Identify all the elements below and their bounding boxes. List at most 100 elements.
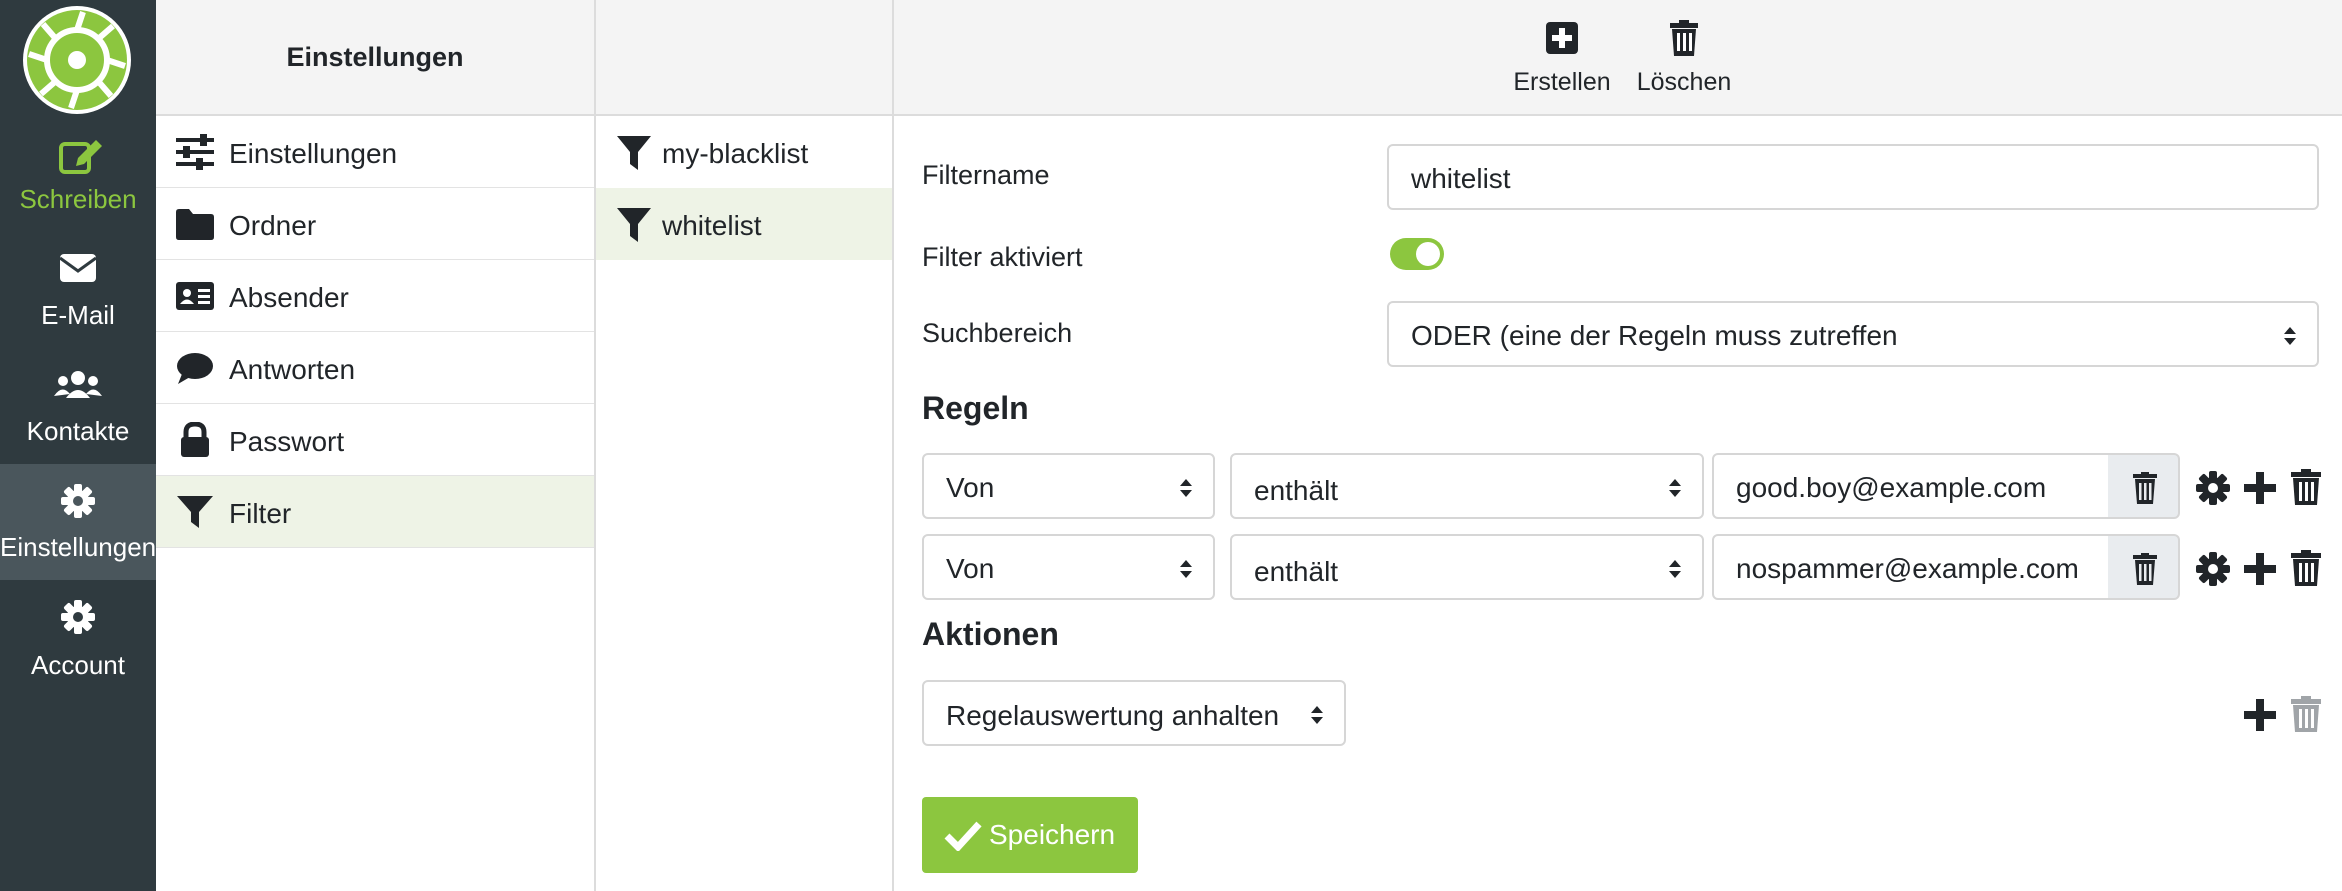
actions-heading: Aktionen <box>922 616 1059 652</box>
settings-item-password[interactable]: Passwort <box>156 404 594 476</box>
folder-icon <box>176 209 214 240</box>
settings-item-label: Passwort <box>229 426 345 457</box>
nav-label: Account <box>31 650 125 680</box>
rule-value: nospammer@example.com <box>1736 553 2079 584</box>
toolbar: Erstellen Löschen <box>894 0 2342 116</box>
rule-header-select[interactable]: Von <box>922 534 1215 600</box>
gear-icon <box>61 484 95 518</box>
filter-list: my-blacklist whitelist <box>596 0 894 891</box>
settings-item-folders[interactable]: Ordner <box>156 188 594 260</box>
delete-button[interactable]: Löschen <box>1630 18 1738 102</box>
search-scope-value: ODER (eine der Regeln muss zutreffen <box>1411 320 1898 351</box>
nav-label: Schreiben <box>19 184 137 214</box>
create-label: Erstellen <box>1513 68 1611 96</box>
settings-item-label: Filter <box>229 498 292 529</box>
trash-icon <box>1670 20 1698 56</box>
rule-clear-button[interactable] <box>2108 453 2180 519</box>
filter-icon <box>617 136 651 170</box>
rules-heading: Regeln <box>922 390 1029 426</box>
nav-item-email[interactable]: E-Mail <box>0 244 156 358</box>
filter-enabled-label: Filter aktiviert <box>922 242 1083 272</box>
select-caret-icon <box>1669 560 1681 578</box>
select-caret-icon <box>2284 327 2296 345</box>
filter-item-label: whitelist <box>662 210 762 241</box>
rule-delete-icon[interactable] <box>2289 550 2323 586</box>
nav-label: Kontakte <box>26 416 130 446</box>
select-caret-icon <box>1180 479 1192 497</box>
action-add-icon[interactable] <box>2243 697 2277 733</box>
select-caret-icon <box>1669 479 1681 497</box>
nav-item-compose[interactable]: Schreiben <box>0 130 156 244</box>
settings-item-label: Antworten <box>229 354 356 385</box>
rule-header-value: Von <box>946 472 995 503</box>
filter-name-value: whitelist <box>1411 163 1511 194</box>
users-icon <box>54 371 102 398</box>
delete-label: Löschen <box>1636 68 1732 96</box>
rule-operator-select[interactable]: enthält <box>1230 453 1704 519</box>
create-button[interactable]: Erstellen <box>1504 18 1620 102</box>
filter-list-header <box>596 0 892 116</box>
nav-item-account[interactable]: Account <box>0 582 156 696</box>
select-caret-icon <box>1180 560 1192 578</box>
rule-value: good.boy@example.com <box>1736 472 2047 503</box>
rule-add-icon[interactable] <box>2243 551 2277 587</box>
nav-label: E-Mail <box>41 300 115 330</box>
sliders-icon <box>176 134 214 170</box>
nav-label: Einstellungen <box>0 532 157 562</box>
settings-title: Einstellungen <box>286 42 464 72</box>
trash-icon <box>2133 553 2157 585</box>
plus-square-icon <box>1546 22 1578 54</box>
rule-value-input[interactable]: good.boy@example.com <box>1712 453 2110 519</box>
id-card-icon <box>176 282 214 310</box>
lock-icon <box>181 422 209 457</box>
main-navigation: Schreiben E-Mail Kontakte Einstellungen … <box>0 0 156 891</box>
action-select[interactable]: Regelauswertung anhalten <box>922 680 1346 746</box>
rule-header-select[interactable]: Von <box>922 453 1215 519</box>
rule-delete-icon[interactable] <box>2289 469 2323 505</box>
rule-settings-icon[interactable] <box>2196 470 2230 506</box>
pencil-square-icon <box>59 140 102 174</box>
rule-clear-button[interactable] <box>2108 534 2180 600</box>
search-scope-select[interactable]: ODER (eine der Regeln muss zutreffen <box>1387 301 2319 367</box>
settings-item-label: Ordner <box>229 210 317 241</box>
settings-item-label: Absender <box>229 282 349 313</box>
nav-item-settings[interactable]: Einstellungen <box>0 464 156 580</box>
rule-add-icon[interactable] <box>2243 470 2277 506</box>
filter-enabled-toggle[interactable] <box>1390 238 1444 270</box>
rule-operator-select[interactable]: enthält <box>1230 534 1704 600</box>
rule-operator-value: enthält <box>1254 556 1339 587</box>
filter-item-label: my-blacklist <box>662 138 809 169</box>
checkmark-icon <box>944 821 982 851</box>
settings-item-label: Einstellungen <box>229 138 398 169</box>
action-delete-icon <box>2291 696 2321 732</box>
gear-icon <box>61 600 95 634</box>
filter-name-input[interactable]: whitelist <box>1387 144 2319 210</box>
action-value: Regelauswertung anhalten <box>946 700 1280 731</box>
filter-icon <box>177 496 213 528</box>
select-caret-icon <box>1311 706 1323 724</box>
filter-icon <box>617 208 651 242</box>
rule-value-input[interactable]: nospammer@example.com <box>1712 534 2110 600</box>
save-button[interactable]: Speichern <box>922 797 1138 873</box>
search-scope-label: Suchbereich <box>922 318 1073 348</box>
rule-settings-icon[interactable] <box>2196 551 2230 587</box>
settings-item-filter[interactable]: Filter <box>156 476 594 548</box>
settings-header: Einstellungen <box>156 0 594 116</box>
app-logo[interactable] <box>23 6 131 114</box>
rule-header-value: Von <box>946 553 995 584</box>
settings-item-senders[interactable]: Absender <box>156 260 594 332</box>
filter-editor: Erstellen Löschen Filtername whitelist F… <box>894 0 2342 891</box>
settings-menu: Einstellungen Einstellungen Ordner Absen… <box>156 0 596 891</box>
toggle-knob <box>1416 242 1440 266</box>
nav-item-contacts[interactable]: Kontakte <box>0 358 156 472</box>
envelope-icon <box>59 254 97 282</box>
filter-item[interactable]: whitelist <box>596 188 892 260</box>
save-label: Speichern <box>989 819 1116 850</box>
settings-item-responses[interactable]: Antworten <box>156 332 594 404</box>
settings-item-general[interactable]: Einstellungen <box>156 116 594 188</box>
rule-operator-value: enthält <box>1254 475 1339 506</box>
speech-bubble-icon <box>177 353 213 384</box>
filter-name-label: Filtername <box>922 160 1050 190</box>
filter-item[interactable]: my-blacklist <box>596 116 892 188</box>
trash-icon <box>2133 472 2157 504</box>
